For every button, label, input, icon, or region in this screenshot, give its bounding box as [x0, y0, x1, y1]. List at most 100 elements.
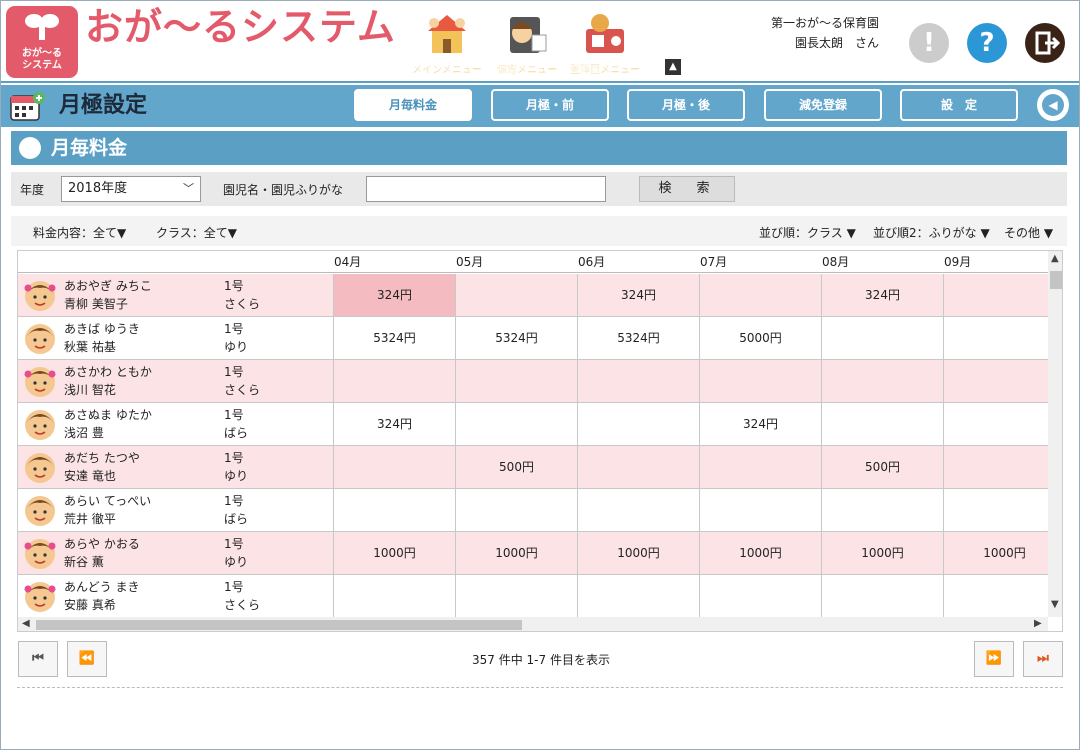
fee-cell[interactable]	[333, 575, 455, 617]
fee-cell[interactable]: 1000円	[943, 532, 1062, 574]
fee-cell[interactable]: 1000円	[455, 532, 577, 574]
logout-button[interactable]	[1025, 23, 1065, 63]
tab-monthly-before[interactable]: 月極・前	[491, 89, 609, 121]
expand-up-icon[interactable]: ▲	[665, 59, 681, 75]
class-name: ばら	[224, 426, 249, 440]
fee-cell[interactable]	[577, 360, 699, 402]
scroll-down-icon[interactable]: ▼	[1051, 599, 1059, 610]
fee-cell[interactable]	[455, 575, 577, 617]
horizontal-scrollbar[interactable]: ◀ ▶	[18, 617, 1048, 631]
collapse-button[interactable]: ◀	[1037, 89, 1069, 121]
fee-cell[interactable]	[821, 360, 943, 402]
vertical-scrollbar[interactable]: ▲ ▼	[1048, 251, 1062, 617]
fee-cell[interactable]: 324円	[333, 274, 455, 316]
logo[interactable]: おが～る システム	[6, 6, 78, 78]
fee-cell[interactable]: 5324円	[333, 317, 455, 359]
tab-monthly-after[interactable]: 月極・後	[627, 89, 745, 121]
fee-cell[interactable]	[455, 403, 577, 445]
tab-reduction[interactable]: 減免登録	[764, 89, 882, 121]
fee-cell[interactable]: 1000円	[821, 532, 943, 574]
fee-content-filter[interactable]: 料金内容：全て▼	[33, 224, 126, 241]
next-page-button[interactable]: ⏩	[974, 641, 1014, 677]
fee-cell[interactable]	[333, 489, 455, 531]
fee-cell[interactable]	[943, 274, 1062, 316]
class-number: 1号	[224, 279, 244, 293]
fee-cell[interactable]	[821, 403, 943, 445]
table-row[interactable]: あんどう まき 安藤 真希 1号 さくら	[18, 575, 1048, 618]
fee-cell[interactable]	[699, 360, 821, 402]
fee-cell[interactable]: 5324円	[455, 317, 577, 359]
fee-cell[interactable]	[821, 317, 943, 359]
tab-settings[interactable]: 設 定	[900, 89, 1018, 121]
fee-cell[interactable]	[699, 575, 821, 617]
table-row[interactable]: あさかわ ともか 浅川 智花 1号 さくら	[18, 360, 1048, 403]
fee-cell[interactable]	[943, 360, 1062, 402]
table-row[interactable]: あきば ゆうき 秋葉 祐基 1号 ゆり 5324円 5324円 5324円 5000円	[18, 317, 1048, 360]
fee-cell[interactable]	[577, 489, 699, 531]
table-row[interactable]: あらい てっぺい 荒井 徹平 1号 ばら	[18, 489, 1048, 532]
fee-cell[interactable]: 324円	[577, 274, 699, 316]
scroll-thumb[interactable]	[1050, 271, 1062, 289]
search-button[interactable]: 検 索	[639, 176, 735, 202]
childcare-menu-button[interactable]: 保育メニュー	[491, 7, 563, 77]
tab-monthly-fee[interactable]: 月毎料金	[354, 89, 472, 121]
fee-cell[interactable]: 1000円	[577, 532, 699, 574]
table-row[interactable]: あさぬま ゆたか 浅沼 豊 1号 ばら 324円 324円	[18, 403, 1048, 446]
sort1-dropdown[interactable]: 並び順：クラス ▼	[759, 224, 856, 241]
fee-cell[interactable]: 324円	[333, 403, 455, 445]
class-number: 1号	[224, 322, 244, 336]
sort2-dropdown[interactable]: 並び順2：ふりがな ▼	[873, 224, 990, 241]
year-select[interactable]: 2018年度 ﹀	[61, 176, 201, 202]
fee-cell[interactable]: 500円	[821, 446, 943, 488]
fee-cell[interactable]	[943, 403, 1062, 445]
year-value: 2018年度	[68, 181, 128, 196]
child-avatar-icon	[22, 278, 58, 312]
fee-cell[interactable]: 5324円	[577, 317, 699, 359]
notice-button[interactable]: !	[909, 23, 949, 63]
class-filter[interactable]: クラス：全て▼	[156, 224, 237, 241]
logo-text-1: おが～る	[22, 48, 62, 59]
help-button[interactable]: ?	[967, 23, 1007, 63]
main-menu-button[interactable]: メインメニュー	[411, 7, 483, 77]
chevron-down-icon: ﹀	[183, 182, 194, 195]
child-name: 安藤 真希	[64, 598, 116, 612]
fee-cell[interactable]	[455, 360, 577, 402]
fee-cell[interactable]	[333, 360, 455, 402]
fee-cell[interactable]	[943, 317, 1062, 359]
scroll-up-icon[interactable]: ▲	[1051, 253, 1059, 264]
fee-cell[interactable]	[943, 446, 1062, 488]
name-search-input[interactable]	[366, 176, 606, 202]
fee-cell[interactable]	[455, 489, 577, 531]
fee-cell[interactable]	[943, 575, 1062, 617]
fee-cell[interactable]	[699, 274, 821, 316]
fee-cell[interactable]: 1000円	[333, 532, 455, 574]
last-page-button[interactable]: ⏭	[1023, 641, 1063, 677]
fee-cell[interactable]: 324円	[699, 403, 821, 445]
fee-cell[interactable]: 5000円	[699, 317, 821, 359]
table-row[interactable]: あだち たつや 安達 竜也 1号 ゆり 500円 500円	[18, 446, 1048, 489]
fee-cell[interactable]	[455, 274, 577, 316]
scroll-right-icon[interactable]: ▶	[1034, 618, 1042, 629]
attendance-menu-button[interactable]: 登降園メニュー	[569, 7, 641, 77]
fee-cell[interactable]	[821, 489, 943, 531]
fee-cell[interactable]: 500円	[455, 446, 577, 488]
scroll-thumb[interactable]	[36, 620, 522, 630]
fee-cell[interactable]: 1000円	[699, 532, 821, 574]
fee-cell[interactable]	[577, 403, 699, 445]
fee-cell[interactable]	[943, 489, 1062, 531]
fee-cell[interactable]	[699, 489, 821, 531]
fee-cell[interactable]	[577, 446, 699, 488]
fee-cell[interactable]	[821, 575, 943, 617]
fee-cell[interactable]: 324円	[821, 274, 943, 316]
table-row[interactable]: あらや かおる 新谷 薫 1号 ゆり 1000円 1000円 1000円 1000円 1000円…	[18, 532, 1048, 575]
first-page-button[interactable]: ⏮	[18, 641, 58, 677]
other-dropdown[interactable]: その他 ▼	[1004, 224, 1053, 241]
fee-cell[interactable]	[577, 575, 699, 617]
brand-title: おが～るシステム	[85, 5, 396, 49]
prev-page-button[interactable]: ⏪	[67, 641, 107, 677]
child-name: 新谷 薫	[64, 555, 104, 569]
fee-cell[interactable]	[333, 446, 455, 488]
scroll-left-icon[interactable]: ◀	[22, 618, 30, 629]
fee-cell[interactable]	[699, 446, 821, 488]
table-row[interactable]: あおやぎ みちこ 青柳 美智子 1号 さくら 324円 324円 324円	[18, 274, 1048, 317]
